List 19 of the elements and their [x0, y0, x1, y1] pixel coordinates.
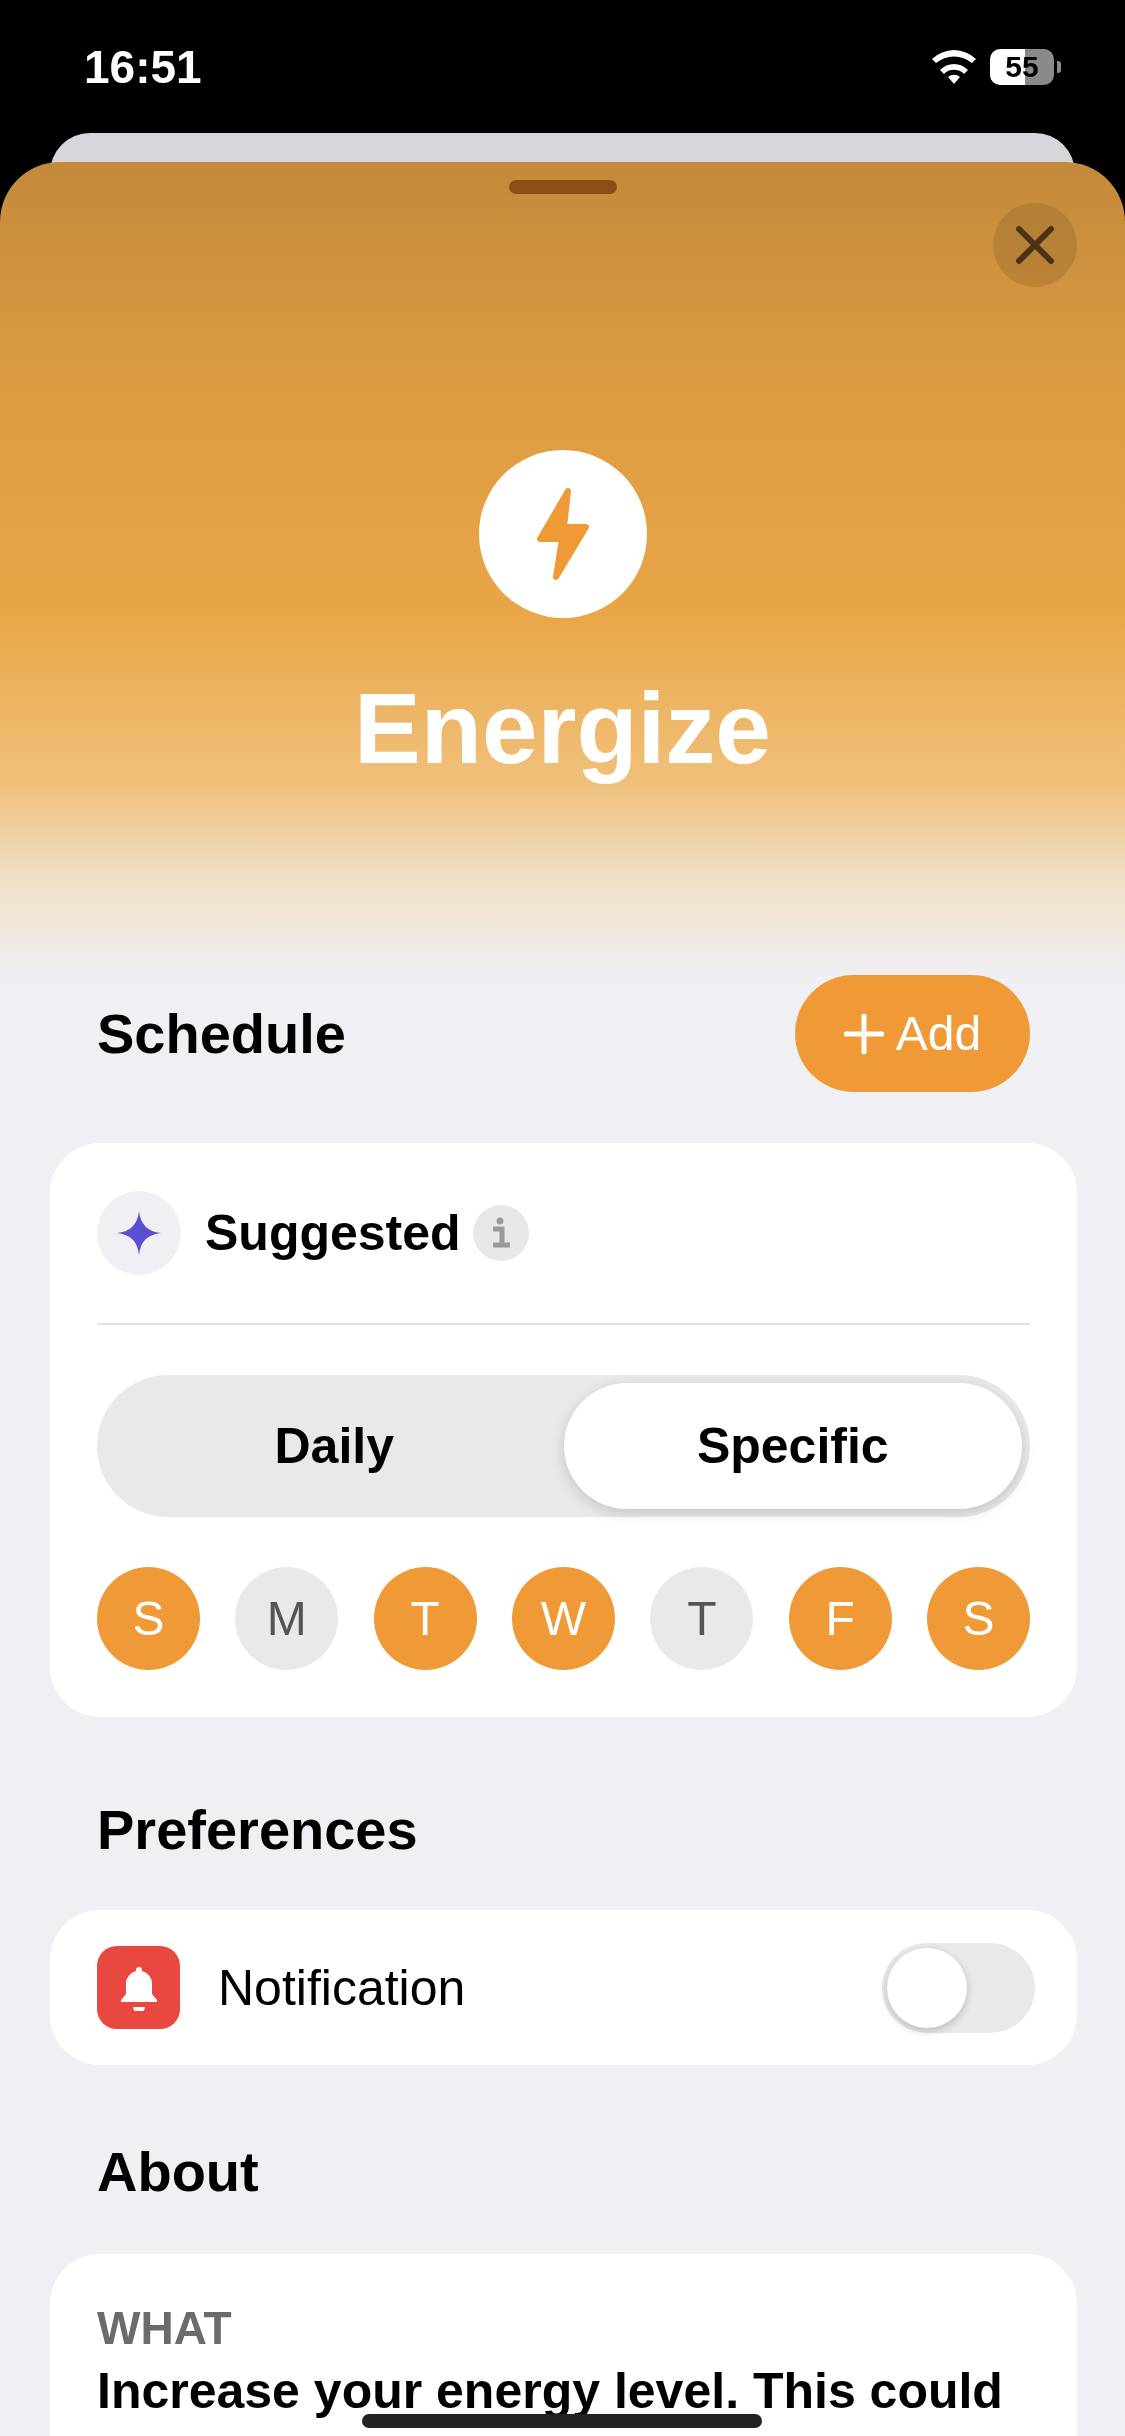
weekday-toggle[interactable]: S	[97, 1567, 200, 1670]
weekday-toggle[interactable]: S	[926, 1567, 1030, 1670]
title: Energize	[353, 671, 772, 786]
section-heading: Preferences	[97, 1797, 418, 1863]
section-heading: About	[97, 2139, 259, 2205]
section-heading: Schedule	[97, 1000, 346, 1067]
about-text: Increase your energy level. This could	[97, 2364, 1004, 2418]
weekday-toggle[interactable]: W	[512, 1567, 615, 1670]
weekday-toggle[interactable]: F	[788, 1567, 892, 1670]
suggested-label: Suggested	[205, 1204, 461, 1262]
segment-tab[interactable]: Daily	[105, 1383, 564, 1509]
segment-tab[interactable]: Specific	[563, 1383, 1022, 1509]
weekday-toggle[interactable]: T	[373, 1567, 477, 1670]
add-button[interactable]: Add	[795, 975, 1030, 1092]
weekday-toggle[interactable]: M	[235, 1567, 339, 1670]
about-label: WHAT	[97, 2301, 233, 2356]
status-time: 16:51	[84, 39, 202, 94]
weekday-toggle[interactable]: T	[650, 1567, 754, 1670]
preference-label: Notification	[218, 1958, 467, 2017]
